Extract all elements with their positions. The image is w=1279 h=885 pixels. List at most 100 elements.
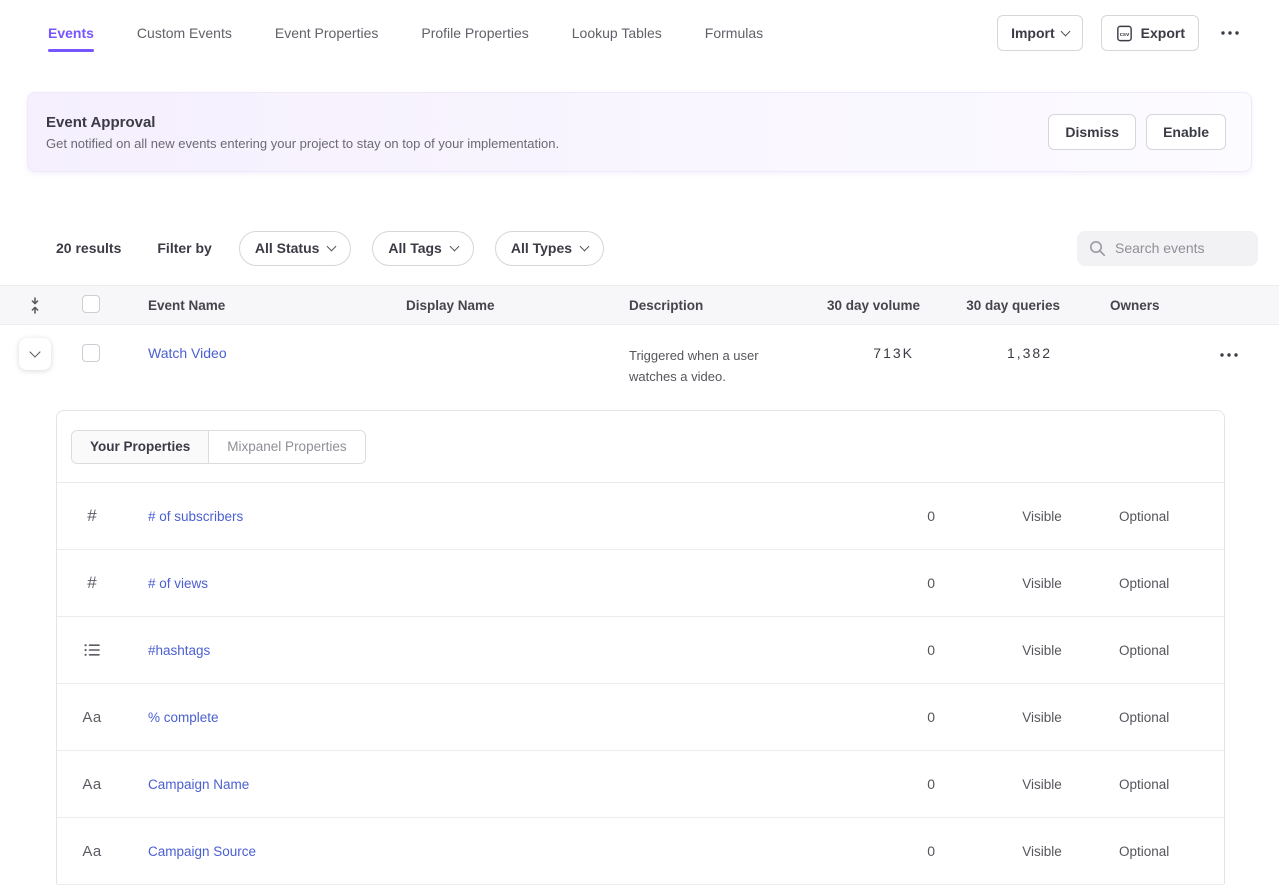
chevron-down-icon: [1060, 26, 1070, 36]
row-more-button[interactable]: [1216, 347, 1242, 363]
import-button-label: Import: [1011, 25, 1055, 41]
status-filter-label: All Status: [255, 240, 320, 256]
types-filter-dropdown[interactable]: All Types: [495, 231, 604, 266]
search-input[interactable]: [1115, 240, 1245, 256]
top-nav: Events Custom Events Event Properties Pr…: [0, 0, 1279, 66]
property-visibility: Visible: [935, 643, 1119, 658]
property-name-link[interactable]: Campaign Source: [148, 844, 256, 859]
ellipsis-icon: [1221, 31, 1239, 35]
property-value: 0: [855, 709, 935, 725]
property-requirement: Optional: [1119, 710, 1224, 725]
event-name-link[interactable]: Watch Video: [148, 345, 227, 361]
queries-cell: 1,382: [920, 325, 1060, 361]
hash-icon: #: [87, 506, 96, 526]
property-visibility: Visible: [935, 710, 1119, 725]
property-visibility: Visible: [935, 844, 1119, 859]
property-requirement: Optional: [1119, 576, 1224, 591]
search-icon: [1089, 240, 1106, 257]
status-filter-dropdown[interactable]: All Status: [239, 231, 352, 266]
collapse-rows-icon[interactable]: [0, 297, 70, 314]
results-count: 20 results: [56, 240, 121, 256]
tab-formulas[interactable]: Formulas: [705, 0, 763, 66]
property-value: 0: [855, 575, 935, 591]
property-row: Aa Campaign Name 0 Visible Optional: [57, 751, 1224, 818]
property-visibility: Visible: [935, 509, 1119, 524]
row-checkbox[interactable]: [82, 344, 100, 362]
csv-file-icon: csv: [1115, 24, 1134, 43]
property-name-link[interactable]: #hashtags: [148, 643, 210, 658]
properties-panel: Your Properties Mixpanel Properties # # …: [56, 410, 1225, 884]
table-row-watch-video: Watch Video Triggered when a user watche…: [0, 325, 1279, 410]
tab-profile-properties[interactable]: Profile Properties: [421, 0, 528, 66]
nav-tabs: Events Custom Events Event Properties Pr…: [48, 0, 763, 66]
events-table-header: Event Name Display Name Description 30 d…: [0, 285, 1279, 325]
volume-cell: 713K: [801, 325, 920, 361]
property-requirement: Optional: [1119, 643, 1224, 658]
property-requirement: Optional: [1119, 509, 1224, 524]
tab-event-properties[interactable]: Event Properties: [275, 0, 379, 66]
chevron-down-icon: [580, 241, 590, 251]
nav-actions: Import csv Export: [997, 15, 1253, 51]
column-header-display-name[interactable]: Display Name: [386, 298, 609, 313]
select-all-checkbox[interactable]: [82, 295, 100, 313]
property-requirement: Optional: [1119, 844, 1224, 859]
nav-more-button[interactable]: [1217, 25, 1243, 41]
banner-description: Get notified on all new events entering …: [46, 136, 559, 151]
property-name-link[interactable]: % complete: [148, 710, 219, 725]
property-name-link[interactable]: # of subscribers: [148, 509, 243, 524]
property-row: # # of subscribers 0 Visible Optional: [57, 483, 1224, 550]
property-row: Aa Campaign Source 0 Visible Optional: [57, 818, 1224, 885]
property-row: # # of views 0 Visible Optional: [57, 550, 1224, 617]
types-filter-label: All Types: [511, 240, 572, 256]
property-row: Aa % complete 0 Visible Optional: [57, 684, 1224, 751]
dismiss-button[interactable]: Dismiss: [1048, 114, 1136, 150]
enable-button[interactable]: Enable: [1146, 114, 1226, 150]
tags-filter-label: All Tags: [388, 240, 441, 256]
event-approval-banner: Event Approval Get notified on all new e…: [27, 92, 1252, 172]
property-visibility: Visible: [935, 576, 1119, 591]
text-icon: Aa: [82, 776, 101, 793]
text-icon: Aa: [82, 843, 101, 860]
properties-tabs: Your Properties Mixpanel Properties: [71, 430, 366, 464]
ellipsis-icon: [1220, 353, 1238, 357]
text-icon: Aa: [82, 709, 101, 726]
property-row: #hashtags 0 Visible Optional: [57, 617, 1224, 684]
export-button-label: Export: [1141, 25, 1185, 41]
import-button[interactable]: Import: [997, 15, 1083, 51]
export-button[interactable]: csv Export: [1101, 15, 1199, 51]
property-value: 0: [855, 508, 935, 524]
chevron-down-icon: [449, 241, 459, 251]
property-value: 0: [855, 843, 935, 859]
banner-actions: Dismiss Enable: [1048, 114, 1226, 150]
list-icon: [57, 643, 127, 657]
hash-icon: #: [87, 573, 96, 593]
column-header-queries[interactable]: 30 day queries: [920, 298, 1060, 313]
properties-tab-strip: Your Properties Mixpanel Properties: [57, 411, 1224, 483]
column-header-volume[interactable]: 30 day volume: [801, 298, 920, 313]
property-requirement: Optional: [1119, 777, 1224, 792]
property-name-link[interactable]: # of views: [148, 576, 208, 591]
row-expander-button[interactable]: [19, 338, 51, 370]
tab-your-properties[interactable]: Your Properties: [72, 431, 208, 463]
property-name-link[interactable]: Campaign Name: [148, 777, 249, 792]
banner-title: Event Approval: [46, 114, 559, 131]
chevron-down-icon: [29, 346, 40, 357]
tab-mixpanel-properties[interactable]: Mixpanel Properties: [208, 431, 364, 463]
property-visibility: Visible: [935, 777, 1119, 792]
description-cell: Triggered when a user watches a video.: [609, 325, 801, 387]
column-header-event-name[interactable]: Event Name: [128, 298, 386, 313]
chevron-down-icon: [327, 241, 337, 251]
tab-events[interactable]: Events: [48, 0, 94, 66]
filter-dropdowns: All Status All Tags All Types: [239, 231, 604, 266]
column-header-description[interactable]: Description: [609, 298, 801, 313]
column-header-owners[interactable]: Owners: [1060, 298, 1199, 313]
banner-text: Event Approval Get notified on all new e…: [46, 114, 559, 151]
svg-text:csv: csv: [1119, 31, 1129, 37]
tags-filter-dropdown[interactable]: All Tags: [372, 231, 473, 266]
search-box[interactable]: [1077, 231, 1258, 266]
property-value: 0: [855, 776, 935, 792]
tab-lookup-tables[interactable]: Lookup Tables: [572, 0, 662, 66]
property-value: 0: [855, 642, 935, 658]
filter-bar: 20 results Filter by All Status All Tags…: [0, 230, 1279, 266]
tab-custom-events[interactable]: Custom Events: [137, 0, 232, 66]
